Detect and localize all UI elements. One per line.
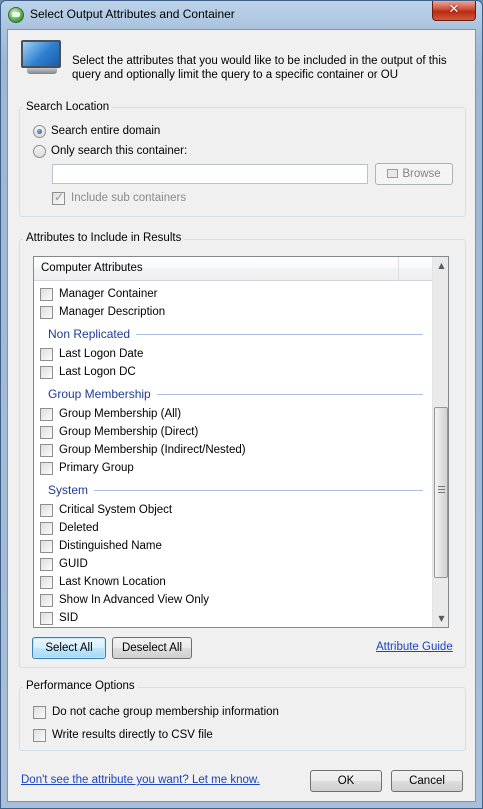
dialog-client: Select the attributes that you would lik… <box>7 29 476 802</box>
attribute-checkbox[interactable] <box>40 461 53 475</box>
container-path-input[interactable] <box>52 164 368 184</box>
search-location-label: Search Location <box>23 101 113 113</box>
list-item[interactable]: Critical System Object <box>40 501 172 519</box>
title-bar[interactable]: Select Output Attributes and Container ✕ <box>1 1 482 29</box>
list-item[interactable]: Group Membership (All) <box>40 405 181 423</box>
attribute-checkbox[interactable] <box>40 575 53 589</box>
folder-icon <box>387 169 399 178</box>
list-item[interactable]: Last Logon DC <box>40 363 136 381</box>
list-item[interactable]: Manager Description <box>40 303 165 321</box>
attribute-label: GUID <box>59 558 88 570</box>
column-header-label: Computer Attributes <box>41 262 143 274</box>
attribute-checkbox[interactable] <box>40 347 53 361</box>
list-item[interactable]: Show In Advanced View Only <box>40 591 209 609</box>
attribute-label: Group Membership (Direct) <box>59 426 199 438</box>
search-entire-domain-option[interactable]: Search entire domain <box>33 123 160 139</box>
group-header-non-replicated: Non Replicated <box>48 325 423 343</box>
close-button[interactable]: ✕ <box>432 1 476 21</box>
intro-text: Select the attributes that you would lik… <box>72 55 447 81</box>
list-column-header[interactable]: Computer Attributes <box>34 257 432 281</box>
select-all-button[interactable]: Select All <box>32 637 106 659</box>
column-separator <box>398 257 399 281</box>
attribute-checkbox[interactable] <box>40 539 53 553</box>
attribute-label: Deleted <box>59 522 99 534</box>
only-this-container-radio[interactable] <box>33 144 46 158</box>
no-cache-checkbox[interactable] <box>33 705 46 719</box>
attribute-checkbox[interactable] <box>40 443 53 457</box>
list-item[interactable]: Last Known Location <box>40 573 166 591</box>
monitor-icon <box>21 40 63 76</box>
search-entire-domain-label: Search entire domain <box>51 125 161 137</box>
scroll-up-arrow-icon[interactable]: ▲ <box>433 257 448 274</box>
attribute-label: Manager Container <box>59 288 158 300</box>
group-header-system: System <box>48 481 423 499</box>
search-entire-domain-radio[interactable] <box>33 124 46 138</box>
attribute-label: Critical System Object <box>59 504 173 516</box>
dialog-window: Select Output Attributes and Container ✕… <box>0 0 483 809</box>
no-cache-label: Do not cache group membership informatio… <box>52 706 279 718</box>
attribute-label: Primary Group <box>59 462 134 474</box>
attribute-checkbox[interactable] <box>40 305 53 319</box>
include-sub-containers-option[interactable]: Include sub containers <box>52 190 186 206</box>
deselect-all-button[interactable]: Deselect All <box>112 637 192 659</box>
list-item[interactable]: Group Membership (Direct) <box>40 423 198 441</box>
list-item[interactable]: Group Membership (Indirect/Nested) <box>40 441 246 459</box>
list-item[interactable]: Distinguished Name <box>40 537 162 555</box>
list-item[interactable]: Manager Container <box>40 285 157 303</box>
attribute-label: Last Logon Date <box>59 348 144 360</box>
attribute-label: Manager Description <box>59 306 166 318</box>
attribute-checkbox[interactable] <box>40 503 53 517</box>
list-item[interactable]: Primary Group <box>40 459 134 477</box>
include-sub-containers-checkbox[interactable] <box>52 190 65 205</box>
list-item[interactable]: GUID <box>40 555 88 573</box>
scrollbar-thumb[interactable] <box>434 407 448 578</box>
attribute-checkbox[interactable] <box>40 407 53 421</box>
attribute-label: Group Membership (Indirect/Nested) <box>59 444 246 456</box>
csv-option[interactable]: Write results directly to CSV file <box>33 727 213 743</box>
attribute-label: Distinguished Name <box>59 540 162 552</box>
attribute-checkbox[interactable] <box>40 611 53 625</box>
browse-label: Browse <box>402 168 441 180</box>
attribute-checkbox[interactable] <box>40 365 53 379</box>
only-this-container-label: Only search this container: <box>51 145 188 157</box>
list-item[interactable]: SID <box>40 609 78 627</box>
ok-button[interactable]: OK <box>310 770 382 792</box>
attribute-checkbox[interactable] <box>40 425 53 439</box>
performance-options-label: Performance Options <box>23 680 138 692</box>
list-item[interactable]: Last Logon Date <box>40 345 143 363</box>
list-item[interactable]: Deleted <box>40 519 99 537</box>
scroll-down-arrow-icon[interactable]: ▼ <box>433 610 448 627</box>
attributes-scrollbar[interactable]: ▲ ▼ <box>432 257 448 627</box>
attributes-list[interactable]: Computer Attributes Manager Container Ma… <box>33 256 449 628</box>
include-sub-containers-label: Include sub containers <box>71 192 187 204</box>
feedback-link[interactable]: Don't see the attribute you want? Let me… <box>21 774 260 786</box>
attribute-label: SID <box>59 612 79 624</box>
group-header-group-membership: Group Membership <box>48 385 423 403</box>
attributes-group-label: Attributes to Include in Results <box>23 232 185 244</box>
cancel-button[interactable]: Cancel <box>391 770 463 792</box>
csv-label: Write results directly to CSV file <box>52 729 213 741</box>
attribute-checkbox[interactable] <box>40 593 53 607</box>
attribute-label: Last Logon DC <box>59 366 136 378</box>
app-globe-icon <box>8 7 24 23</box>
attribute-checkbox[interactable] <box>40 287 53 301</box>
attribute-label: Group Membership (All) <box>59 408 182 420</box>
csv-checkbox[interactable] <box>33 728 46 742</box>
browse-button[interactable]: Browse <box>375 163 453 185</box>
only-this-container-option[interactable]: Only search this container: <box>33 143 187 159</box>
attribute-guide-link[interactable]: Attribute Guide <box>376 641 453 653</box>
attribute-label: Show In Advanced View Only <box>59 594 210 606</box>
attribute-checkbox[interactable] <box>40 521 53 535</box>
attribute-checkbox[interactable] <box>40 557 53 571</box>
window-title: Select Output Attributes and Container <box>30 7 235 21</box>
no-cache-option[interactable]: Do not cache group membership informatio… <box>33 704 279 720</box>
attribute-label: Last Known Location <box>59 576 166 588</box>
